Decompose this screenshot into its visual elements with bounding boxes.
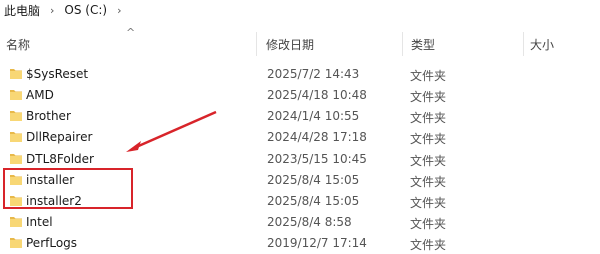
annotation-arrow-icon — [126, 110, 217, 152]
